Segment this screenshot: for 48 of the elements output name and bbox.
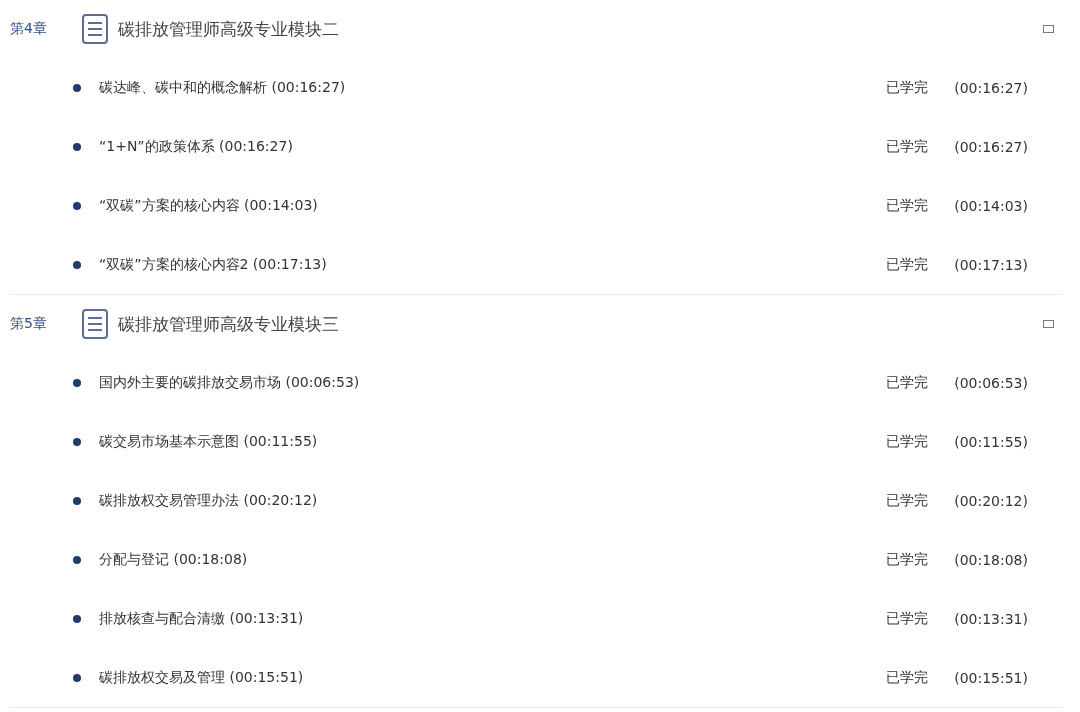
lesson-status: 已学完 [886, 668, 929, 687]
lesson-duration: (00:20:12) [953, 492, 1028, 509]
list-icon [82, 309, 108, 339]
lesson-title[interactable]: 碳排放权交易及管理 (00:15:51) [99, 668, 886, 687]
chapter-label: 第5章 [10, 315, 48, 333]
collapse-icon[interactable] [1043, 320, 1054, 328]
lesson-duration: (00:11:55) [953, 433, 1028, 450]
lesson-duration: (00:17:13) [953, 256, 1028, 273]
bullet-icon [73, 614, 81, 623]
lesson-duration: (00:14:03) [953, 197, 1028, 214]
lesson-title[interactable]: “双碳”方案的核心内容2 (00:17:13) [99, 255, 886, 274]
lesson-status: 已学完 [886, 373, 929, 392]
chapter-title: 碳排放管理师高级专业模块二 [118, 17, 340, 41]
lesson-title[interactable]: “1+N”的政策体系 (00:16:27) [99, 137, 886, 156]
lesson-title[interactable]: 碳交易市场基本示意图 (00:11:55) [99, 432, 886, 451]
bullet-icon [73, 260, 81, 269]
collapse-icon[interactable] [1043, 25, 1054, 33]
bullet-icon [73, 83, 81, 92]
bullet-icon [73, 673, 81, 682]
chapter-label: 第4章 [10, 20, 48, 38]
lesson-title[interactable]: 分配与登记 (00:18:08) [99, 550, 886, 569]
lesson-duration: (00:13:31) [953, 610, 1028, 627]
lesson-duration: (00:06:53) [953, 374, 1028, 391]
lesson-status: 已学完 [886, 196, 929, 215]
lesson-title[interactable]: 碳排放权交易管理办法 (00:20:12) [99, 491, 886, 510]
bullet-icon [73, 378, 81, 387]
bullet-icon [73, 437, 81, 446]
lesson-title[interactable]: “双碳”方案的核心内容 (00:14:03) [99, 196, 886, 215]
bullet-icon [73, 201, 81, 210]
lesson-status: 已学完 [886, 137, 929, 156]
lesson-status: 已学完 [886, 78, 929, 97]
lesson-status: 已学完 [886, 491, 929, 510]
bullet-icon [73, 496, 81, 505]
chapter-title: 碳排放管理师高级专业模块三 [118, 312, 340, 336]
lesson-status: 已学完 [886, 609, 929, 628]
lesson-duration: (00:16:27) [953, 138, 1028, 155]
lesson-status: 已学完 [886, 550, 929, 569]
lesson-duration: (00:15:51) [953, 669, 1028, 686]
lesson-title[interactable]: 排放核查与配合清缴 (00:13:31) [99, 609, 886, 628]
lesson-status: 已学完 [886, 255, 929, 274]
bullet-icon [73, 555, 81, 564]
lesson-title[interactable]: 国内外主要的碳排放交易市场 (00:06:53) [99, 373, 886, 392]
lesson-duration: (00:18:08) [953, 551, 1028, 568]
bullet-icon [73, 142, 81, 151]
lesson-duration: (00:16:27) [953, 79, 1028, 96]
list-icon [82, 14, 108, 44]
lesson-title[interactable]: 碳达峰、碳中和的概念解析 (00:16:27) [99, 78, 886, 97]
lesson-status: 已学完 [886, 432, 929, 451]
